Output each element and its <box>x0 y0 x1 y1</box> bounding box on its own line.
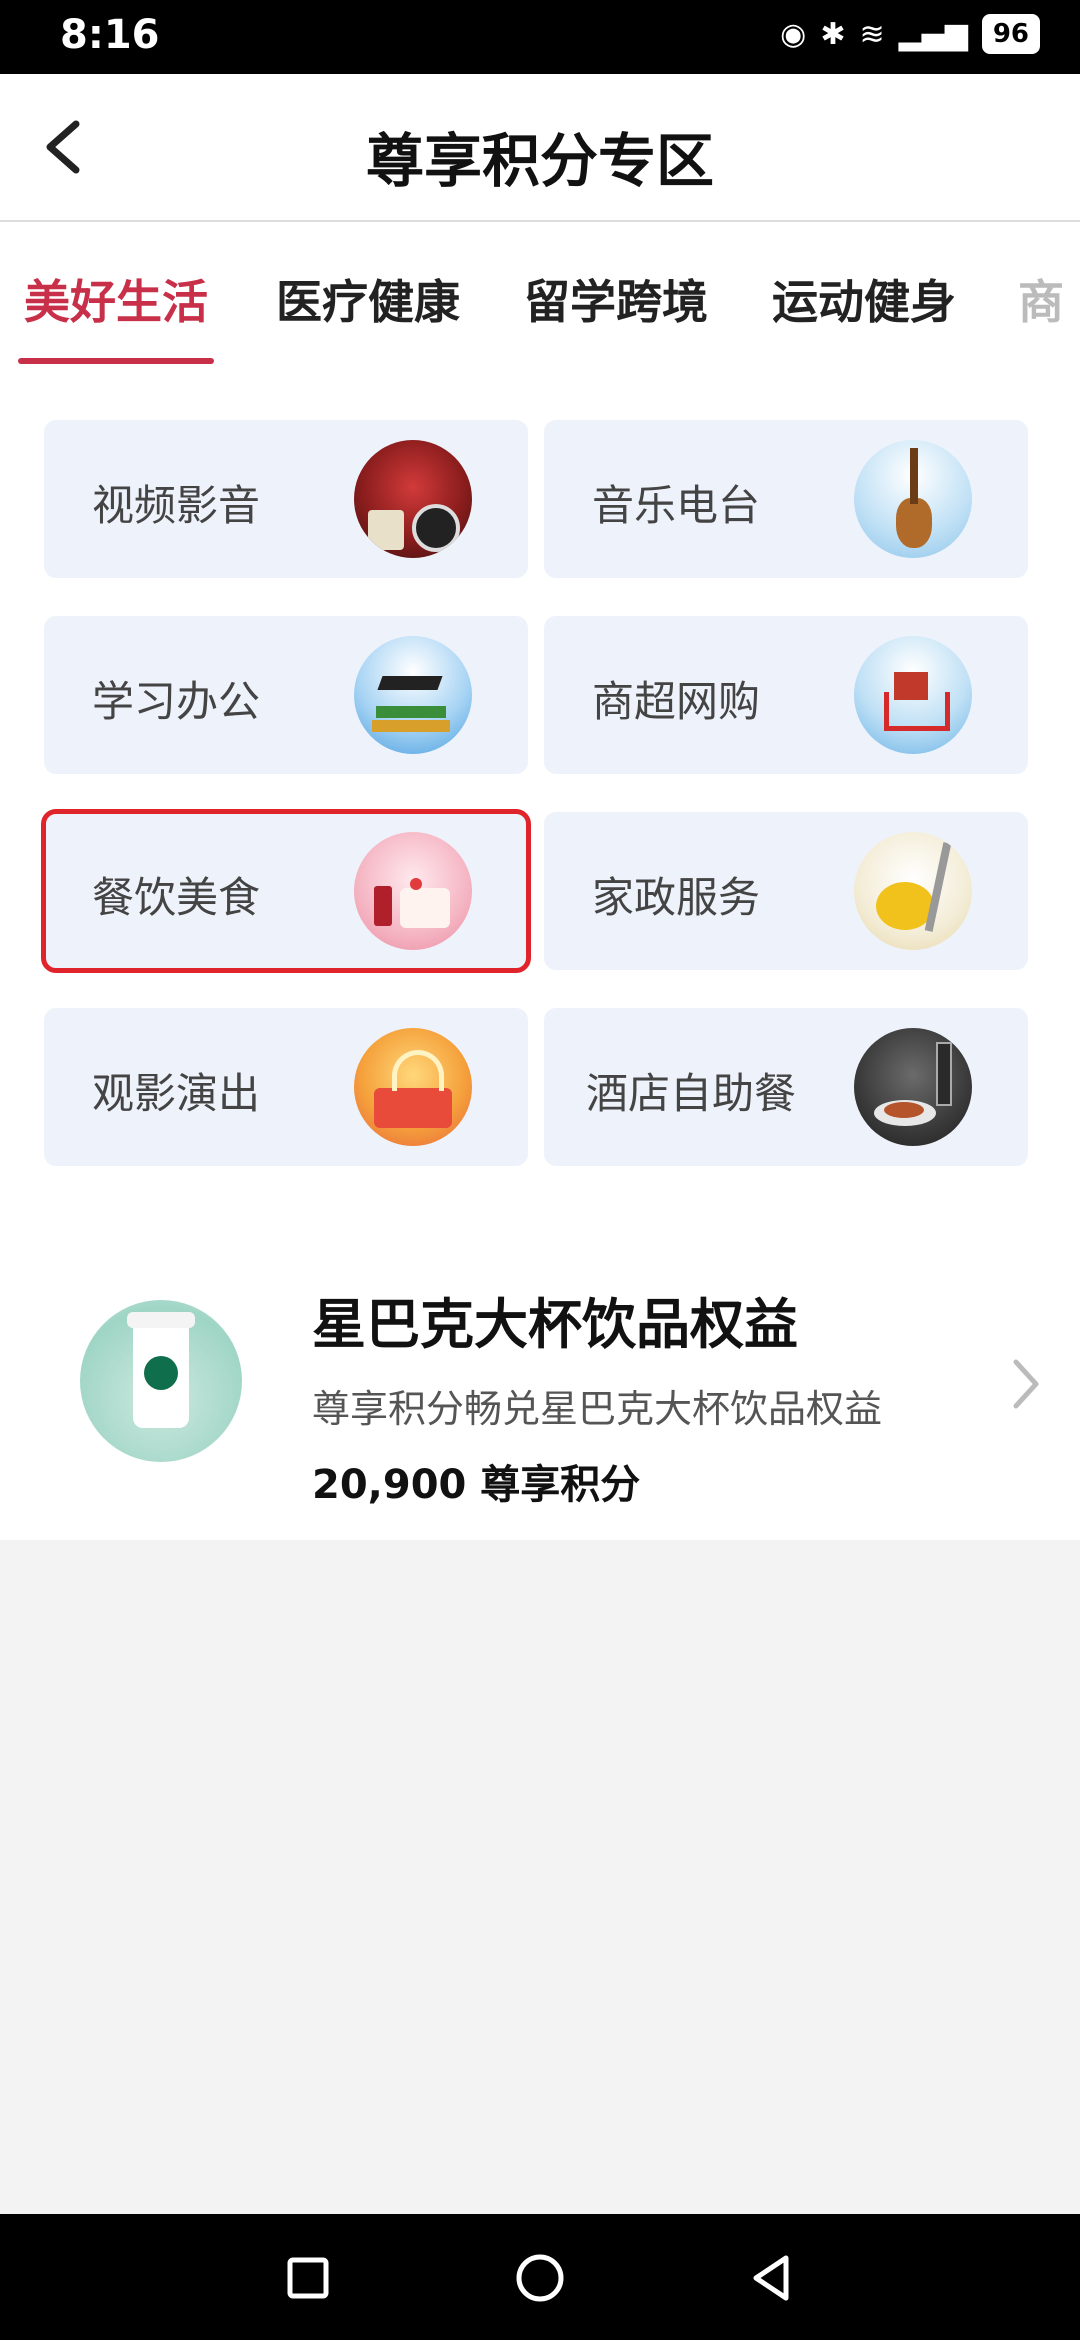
status-bar: 8:16 ◉ ✱ ≋ ▂▄▆ 96 <box>0 0 1080 74</box>
product-title: 星巴克大杯饮品权益 <box>312 1293 798 1356</box>
cinema-icon <box>354 440 472 558</box>
category-label: 餐饮美食 <box>92 873 261 922</box>
wifi-icon: ≋ <box>859 16 885 52</box>
battery-icon: 96 <box>981 14 1040 54</box>
tab-medical-health[interactable]: 医疗健康 <box>276 266 460 332</box>
chevron-right-icon <box>1013 1359 1039 1409</box>
hotel-buffet-icon <box>854 1028 972 1146</box>
tab-more-partial[interactable]: 商 <box>1018 266 1064 332</box>
category-label: 音乐电台 <box>592 481 761 530</box>
category-label: 观影演出 <box>92 1069 261 1118</box>
active-tab-indicator <box>18 358 214 364</box>
category-tabs: 美好生活 医疗健康 留学跨境 运动健身 商 <box>0 222 1080 374</box>
tab-study-abroad[interactable]: 留学跨境 <box>524 266 708 332</box>
tab-sports-fitness[interactable]: 运动健身 <box>772 266 956 332</box>
cup-shape <box>127 1312 195 1428</box>
guitar-icon <box>854 440 972 558</box>
category-card-shopping[interactable]: 商超网购 <box>544 616 1028 774</box>
category-card-video[interactable]: 视频影音 <box>44 420 528 578</box>
product-points: 20,900 尊享积分 <box>312 1462 641 1508</box>
tab-good-life[interactable]: 美好生活 <box>24 266 208 332</box>
graduation-books-icon <box>354 636 472 754</box>
home-circle-icon[interactable] <box>510 2248 570 2308</box>
vacuum-icon <box>854 832 972 950</box>
cake-icon <box>354 832 472 950</box>
stage-show-icon <box>354 1028 472 1146</box>
signal-icon: ▂▄▆ <box>898 16 968 52</box>
category-label: 学习办公 <box>92 677 261 726</box>
product-description: 尊享积分畅兑星巴克大杯饮品权益 <box>312 1387 883 1431</box>
category-card-housekeeping[interactable]: 家政服务 <box>544 812 1028 970</box>
category-card-music[interactable]: 音乐电台 <box>544 420 1028 578</box>
category-card-study[interactable]: 学习办公 <box>44 616 528 774</box>
category-label: 酒店自助餐 <box>586 1069 797 1118</box>
category-label: 商超网购 <box>592 677 761 726</box>
eye-icon: ◉ <box>780 16 807 52</box>
status-icons: ◉ ✱ ≋ ▂▄▆ 96 <box>780 14 1040 54</box>
recents-square-icon[interactable] <box>278 2248 338 2308</box>
category-card-dining[interactable]: 餐饮美食 <box>41 809 531 973</box>
status-time: 8:16 <box>60 12 160 58</box>
page-title: 尊享积分专区 <box>365 127 714 195</box>
category-card-hotel-buffet[interactable]: 酒店自助餐 <box>544 1008 1028 1166</box>
category-label: 视频影音 <box>92 481 261 530</box>
category-card-shows[interactable]: 观影演出 <box>44 1008 528 1166</box>
starbucks-cup-image <box>80 1300 242 1462</box>
category-grid: 视频影音 音乐电台 学习办公 商超网购 餐饮美食 家政服务 观影演出 酒店自助餐 <box>0 374 1080 1244</box>
system-nav-bar <box>0 2214 1080 2340</box>
product-item-starbucks[interactable]: 星巴克大杯饮品权益 尊享积分畅兑星巴克大杯饮品权益 20,900 尊享积分 <box>0 1244 1080 1540</box>
bluetooth-icon: ✱ <box>820 16 846 52</box>
app-header: 尊享积分专区 <box>0 74 1080 222</box>
back-triangle-icon[interactable] <box>742 2248 802 2308</box>
category-label: 家政服务 <box>592 873 761 922</box>
starbucks-logo-icon <box>144 1356 178 1390</box>
shopping-cart-icon <box>854 636 972 754</box>
